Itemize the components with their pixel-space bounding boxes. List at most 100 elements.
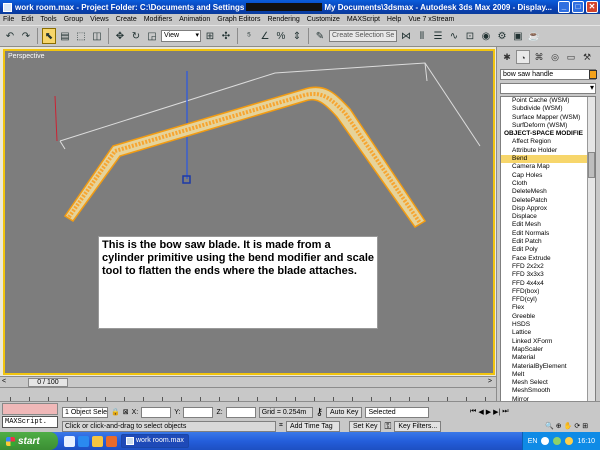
key-set-select[interactable]: Selected [365, 406, 430, 418]
render-frame-icon[interactable]: ▣ [511, 28, 525, 44]
pan-icon[interactable]: ✋ [564, 422, 573, 430]
modifier-list-scrollbar[interactable] [587, 97, 595, 423]
undo-icon[interactable]: ↶ [3, 28, 17, 44]
modifier-list-item[interactable]: Edit Normals [501, 230, 595, 238]
minimize-button[interactable]: _ [558, 1, 570, 13]
menu-maxscript[interactable]: MAXScript [347, 16, 380, 23]
key-filters-button[interactable]: Key Filters... [394, 420, 442, 432]
redo-icon[interactable]: ↷ [19, 28, 33, 44]
modifier-list-item[interactable]: Displace [501, 213, 595, 221]
menu-file[interactable]: File [3, 16, 14, 23]
modifier-list-item[interactable]: Edit Mesh [501, 221, 595, 229]
modifier-list-item[interactable]: FFD(box) [501, 288, 595, 296]
select-move-icon[interactable]: ✥ [113, 28, 127, 44]
menu-tools[interactable]: Tools [40, 16, 56, 23]
mirror-icon[interactable]: ⋈ [399, 28, 413, 44]
go-to-end-icon[interactable]: ⏭ [502, 408, 508, 416]
modifier-list-item[interactable]: MeshSmooth [501, 387, 595, 395]
snap-toggle-icon[interactable]: ⁵ [242, 28, 256, 44]
maximize-button[interactable]: □ [572, 1, 584, 13]
next-key-icon[interactable]: ▶| [493, 408, 500, 416]
modifier-list-item[interactable]: MapScaler [501, 346, 595, 354]
curve-editor-icon[interactable]: ∿ [447, 28, 461, 44]
spinner-snap-icon[interactable]: ⇕ [290, 28, 304, 44]
previous-key-icon[interactable]: ◀ [478, 408, 483, 416]
select-manipulate-icon[interactable]: ✣ [219, 28, 233, 44]
quick-render-icon[interactable]: ☕ [527, 28, 541, 44]
create-tab-icon[interactable]: ✱ [500, 50, 514, 64]
display-tab-icon[interactable]: ▭ [564, 50, 578, 64]
menu-modifiers[interactable]: Modifiers [144, 16, 172, 23]
menu-group[interactable]: Group [64, 16, 83, 23]
absolute-mode-icon[interactable]: ⊠ [123, 408, 129, 416]
z-coordinate-field[interactable] [225, 406, 256, 418]
modifier-list-item[interactable]: Affect Region [501, 138, 595, 146]
bow-saw-blade[interactable] [63, 86, 427, 229]
prev-frame-icon[interactable]: < [2, 378, 6, 385]
reference-coordinate-select[interactable]: View [161, 30, 201, 42]
pivot-center-icon[interactable]: ⊞ [203, 28, 217, 44]
x-coordinate-field[interactable] [141, 406, 172, 418]
add-time-tag-button[interactable]: Add Time Tag [285, 420, 340, 432]
scrollbar-thumb[interactable] [588, 152, 595, 178]
modifier-list-item[interactable]: MaterialByElement [501, 363, 595, 371]
modifier-list[interactable]: Point Cache (WSM) Subdivide (WSM) Surface … [500, 96, 596, 424]
network-icon[interactable] [553, 437, 562, 445]
menu-create[interactable]: Create [116, 16, 137, 23]
modifier-list-item[interactable]: FFD 2x2x2 [501, 263, 595, 271]
align-icon[interactable]: ⫴ [415, 28, 429, 44]
y-coordinate-field[interactable] [183, 406, 214, 418]
key-icon[interactable]: ⚿ [384, 421, 391, 432]
hierarchy-tab-icon[interactable]: ⌘ [532, 50, 546, 64]
select-scale-icon[interactable]: ◲ [145, 28, 159, 44]
browser-icon[interactable] [78, 435, 89, 447]
modifier-list-item[interactable]: FFD(cyl) [501, 296, 595, 304]
menu-animation[interactable]: Animation [179, 16, 210, 23]
zoom-icon[interactable]: 🔍 [545, 422, 554, 430]
modifier-list-item[interactable]: Surface Mapper (WSM) [501, 114, 595, 122]
start-button[interactable]: start [0, 432, 58, 450]
select-rotate-icon[interactable]: ↻ [129, 28, 143, 44]
modifier-list-item[interactable]: Cloth [501, 180, 595, 188]
maxscript-listener-output[interactable] [2, 403, 58, 415]
show-desktop-icon[interactable] [64, 435, 75, 447]
lock-icon[interactable]: 🔒 [111, 408, 120, 416]
modifier-list-item[interactable]: FFD 4x4x4 [501, 280, 595, 288]
media-icon[interactable] [106, 435, 117, 447]
modifier-list-item[interactable]: Mesh Select [501, 379, 595, 387]
modify-tab-icon[interactable]: ◔ [516, 50, 530, 64]
modifier-list-item[interactable]: Edit Poly [501, 246, 595, 254]
material-editor-icon[interactable]: ◉ [479, 28, 493, 44]
modifier-list-item[interactable]: Flex [501, 304, 595, 312]
track-bar[interactable] [0, 387, 496, 401]
viewport-label[interactable]: Perspective [8, 53, 45, 60]
modifier-list-item[interactable]: Face Extrude [501, 255, 595, 263]
modifier-list-item[interactable]: Edit Patch [501, 238, 595, 246]
menu-customize[interactable]: Customize [307, 16, 340, 23]
modifier-list-item[interactable]: SurfDeform (WSM) [501, 122, 595, 130]
set-key-button[interactable]: Set Key [348, 420, 382, 432]
modifier-list-item[interactable]: Linked XForm [501, 338, 595, 346]
modifier-list-item[interactable]: Bend [501, 155, 595, 164]
menu-help[interactable]: Help [387, 16, 401, 23]
modifier-list-item[interactable]: Material [501, 354, 595, 362]
maximize-viewport-icon[interactable]: ⊞ [582, 422, 588, 430]
named-selection-set-field[interactable]: Create Selection Se [329, 30, 397, 42]
language-indicator[interactable]: EN [528, 438, 538, 445]
time-slider[interactable]: < 0 / 100 > [0, 376, 496, 387]
schematic-view-icon[interactable]: ⊡ [463, 28, 477, 44]
modifier-list-item[interactable]: HSDS [501, 321, 595, 329]
angle-snap-icon[interactable]: ∠ [258, 28, 272, 44]
zoom-all-icon[interactable]: ⊕ [556, 422, 562, 430]
modifier-list-item[interactable]: DeletePatch [501, 197, 595, 205]
auto-key-button[interactable]: Auto Key [326, 406, 363, 418]
select-by-name-icon[interactable]: ▤ [58, 28, 72, 44]
tray-icon[interactable] [541, 437, 550, 445]
maxscript-mini-listener[interactable]: MAXScript. [2, 416, 58, 428]
select-object-icon[interactable]: ⬉ [42, 28, 56, 44]
modifier-list-item[interactable]: Point Cache (WSM) [501, 97, 595, 105]
object-name-field[interactable]: bow saw handle [500, 69, 596, 80]
go-to-start-icon[interactable]: ⏮ [470, 408, 476, 416]
modifier-list-item[interactable]: Attribute Holder [501, 147, 595, 155]
layer-manager-icon[interactable]: ☰ [431, 28, 445, 44]
